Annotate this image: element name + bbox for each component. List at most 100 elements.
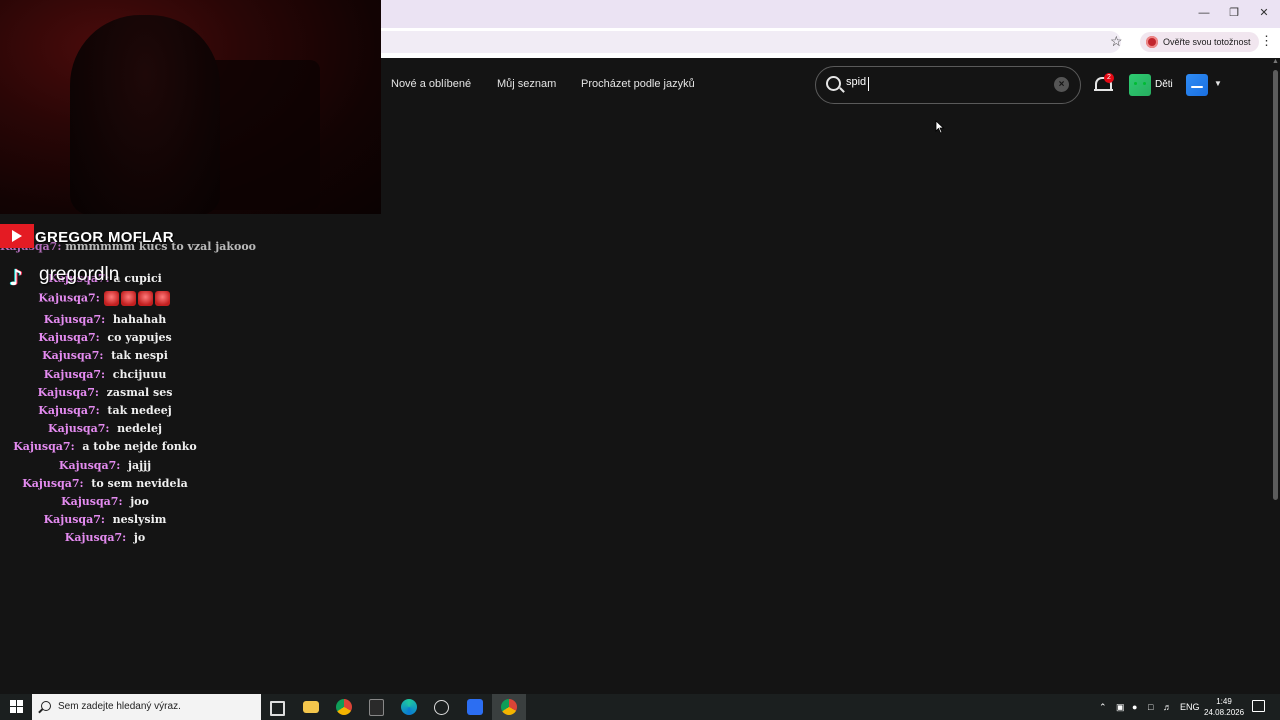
youtube-channel-name: GREGOR MOFLAR — [35, 229, 174, 246]
chat-emote-icon — [120, 291, 136, 306]
roblox-icon[interactable] — [467, 699, 483, 715]
profile-warning-icon — [1146, 36, 1158, 48]
chat-username: Kajusqa7: — [38, 404, 100, 417]
network-icon[interactable]: □ — [1148, 702, 1153, 712]
chrome-icon[interactable] — [336, 699, 352, 715]
kids-profile-label[interactable]: Děti — [1155, 79, 1173, 90]
chat-emote-icon — [103, 291, 119, 306]
chat-text: a tobe nejde fonko — [82, 440, 197, 454]
taskbar-search-placeholder[interactable]: Sem zadejte hledaný výraz. — [58, 701, 181, 712]
edge-icon[interactable] — [401, 699, 417, 715]
scrollbar[interactable]: ▲ — [1271, 58, 1280, 694]
chat-text: zasmal ses — [106, 385, 173, 399]
chat-text: joo — [130, 495, 149, 508]
chat-message: Kajusqa7: chcijuuu — [0, 368, 210, 381]
notification-count-badge: 2 — [1104, 73, 1114, 83]
tiktok-logo-icon: ♪ — [9, 266, 24, 291]
windows-start-icon[interactable] — [10, 700, 23, 713]
chat-text: to sem nevidela — [91, 476, 188, 490]
chat-username: Kajusqa7: — [64, 531, 127, 545]
scrollbar-thumb[interactable] — [1273, 70, 1278, 500]
chat-username: Kajusqa7: — [43, 313, 106, 326]
text-caret — [868, 77, 869, 91]
search-icon — [826, 76, 841, 91]
bookmark-star-icon[interactable]: ☆ — [1110, 33, 1123, 50]
chat-message: Kajusqa7: jo — [0, 531, 210, 544]
account-avatar[interactable] — [1186, 74, 1208, 96]
chat-message: Kajusqa7: joo — [0, 495, 210, 508]
chat-text: hahahah — [112, 313, 167, 326]
chat-text: jo — [133, 531, 146, 545]
chat-username: Kajusqa7: — [38, 331, 100, 345]
volume-icon[interactable]: ♬ — [1163, 702, 1172, 712]
microphone-icon[interactable]: ● — [1132, 702, 1137, 712]
scroll-up-icon[interactable]: ▲ — [1272, 58, 1279, 65]
nav-browse-languages[interactable]: Procházet podle jazyků — [581, 78, 695, 90]
chat-message: Kajusqa7: nedelej — [0, 422, 210, 435]
webcam-person — [70, 15, 220, 214]
chat-username: Kajusqa7: — [58, 458, 121, 472]
chat-username: Kajusqa7: — [48, 422, 110, 436]
steam-icon[interactable] — [434, 700, 449, 715]
chat-text: tak nespi — [111, 349, 168, 363]
clock-time: 1:49 — [1216, 697, 1232, 706]
chat-text: tak nedeej — [107, 404, 172, 417]
chat-emote-icon — [137, 291, 153, 306]
page-content — [381, 58, 1271, 694]
kids-profile-avatar[interactable] — [1129, 74, 1151, 96]
chat-text: jajjj — [128, 458, 152, 472]
verify-identity-button[interactable]: Ověřte svou totožnost — [1140, 32, 1259, 52]
chat-text: neslysim — [112, 513, 167, 527]
meet-now-icon[interactable]: ▣ — [1116, 702, 1125, 713]
chat-username: Kajusqa7: — [13, 440, 75, 454]
clock-date: 24.08.2026 — [1204, 708, 1245, 717]
file-explorer-icon[interactable] — [303, 701, 319, 713]
chat-text: a cupici — [113, 272, 162, 285]
language-indicator[interactable]: ENG — [1180, 702, 1200, 712]
chat-text: co yapujes — [107, 331, 172, 345]
chat-username: Kajusqa7: — [38, 291, 100, 305]
taskbar-search-icon — [41, 701, 51, 711]
emote-row — [103, 291, 172, 306]
chat-message: Kajusqa7: tak nespi — [0, 349, 210, 362]
taskbar-clock[interactable]: 1:49 24.08.2026 — [1204, 696, 1244, 718]
youtube-play-icon — [12, 230, 22, 242]
close-icon[interactable]: ✕ — [1256, 5, 1272, 21]
chevron-down-icon[interactable]: ▼ — [1214, 79, 1222, 88]
chat-emote-icon — [154, 291, 170, 306]
chat-text: nedelej — [117, 422, 162, 436]
search-box[interactable]: × — [815, 66, 1081, 104]
chat-username: Kajusqa7: — [61, 495, 123, 508]
tiktok-username: gregordln — [39, 264, 120, 285]
chat-message: Kajusqa7: tak nedeej — [0, 404, 210, 417]
epic-games-icon[interactable] — [369, 699, 384, 716]
search-input[interactable] — [846, 76, 1046, 88]
chat-message: Kajusqa7: zasmal ses — [0, 386, 210, 399]
verify-identity-label: Ověřte svou totožnost — [1163, 37, 1251, 47]
chat-username: Kajusqa7: — [42, 349, 104, 363]
browser-menu-icon[interactable]: ⋮ — [1260, 33, 1273, 49]
nav-new-popular[interactable]: Nové a oblíbené — [391, 78, 471, 90]
browser-titlebar — [381, 0, 1280, 28]
chat-message: Kajusqa7: hahahah — [0, 313, 210, 326]
chat-message: Kajusqa7: a tobe nejde fonko — [0, 440, 210, 453]
nav-my-list[interactable]: Můj seznam — [497, 78, 556, 90]
chat-text: chcijuuu — [112, 367, 167, 381]
address-bar[interactable] — [381, 31, 1121, 53]
chat-username: Kajusqa7: — [43, 367, 106, 381]
minimize-icon[interactable]: — — [1196, 5, 1212, 21]
chat-message: Kajusqa7: jajjj — [0, 459, 210, 472]
clear-search-icon[interactable]: × — [1054, 77, 1069, 92]
chat-username: Kajusqa7: — [37, 385, 99, 399]
restore-icon[interactable]: ❐ — [1226, 5, 1242, 21]
mouse-cursor-icon — [935, 120, 945, 134]
chat-username: Kajusqa7: — [22, 476, 84, 490]
action-center-icon[interactable] — [1252, 700, 1265, 712]
chat-username: Kajusqa7: — [43, 513, 105, 527]
chat-message: Kajusqa7: neslysim — [0, 513, 210, 526]
webcam-feed — [0, 0, 381, 214]
chat-message: Kajusqa7: co yapujes — [0, 331, 210, 344]
task-view-icon[interactable] — [270, 701, 285, 716]
tray-expand-icon[interactable]: ⌃ — [1099, 702, 1107, 713]
chrome-active-icon[interactable] — [501, 699, 517, 715]
